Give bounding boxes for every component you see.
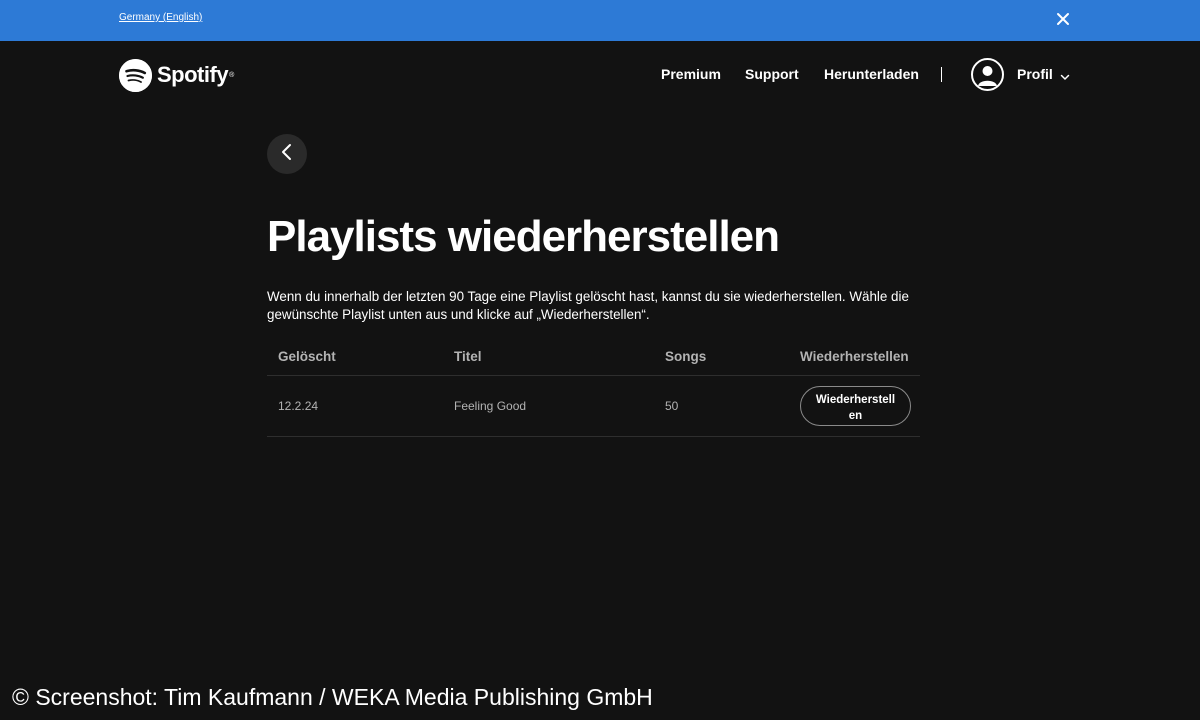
cell-deleted-date: 12.2.24 xyxy=(278,399,319,413)
column-title: Titel xyxy=(454,349,482,364)
spotify-logo[interactable]: Spotify ® xyxy=(119,58,234,92)
restore-button[interactable]: Wiederherstellen xyxy=(800,386,911,426)
table-header: Gelöscht Titel Songs Wiederherstellen xyxy=(267,338,920,376)
cell-song-count: 50 xyxy=(665,399,679,413)
page-title: Playlists wiederherstellen xyxy=(267,212,780,261)
column-deleted: Gelöscht xyxy=(278,349,336,364)
nav-premium[interactable]: Premium xyxy=(661,66,721,84)
column-restore: Wiederherstellen xyxy=(800,349,909,364)
close-icon[interactable] xyxy=(1054,10,1072,28)
locale-banner: Germany (English) xyxy=(0,0,1200,41)
page-description: Wenn du innerhalb der letzten 90 Tage ei… xyxy=(267,289,909,322)
logo-text: Spotify xyxy=(157,62,229,87)
locale-link[interactable]: Germany (English) xyxy=(119,12,202,23)
cell-playlist-title: Feeling Good xyxy=(454,399,527,413)
profile-label: Profil xyxy=(1017,66,1053,82)
deleted-playlists-table: Gelöscht Titel Songs Wiederherstellen 12… xyxy=(267,338,920,437)
user-icon xyxy=(971,57,1004,91)
site-header: Spotify ® Premium Support Herunterladen P… xyxy=(0,41,1200,109)
nav-support[interactable]: Support xyxy=(745,66,799,84)
nav-divider xyxy=(941,67,942,82)
profile-menu[interactable]: Profil xyxy=(971,57,1070,91)
spotify-logo-icon xyxy=(119,58,152,92)
chevron-left-icon xyxy=(280,143,294,166)
table-row: 12.2.24 Feeling Good 50 Wiederherstellen xyxy=(267,376,920,437)
registered-mark: ® xyxy=(229,71,235,79)
column-songs: Songs xyxy=(665,349,707,364)
chevron-down-icon xyxy=(1060,69,1070,81)
nav-download[interactable]: Herunterladen xyxy=(824,66,919,84)
screenshot-credit: © Screenshot: Tim Kaufmann / WEKA Media … xyxy=(12,684,653,710)
back-button[interactable] xyxy=(267,134,307,174)
